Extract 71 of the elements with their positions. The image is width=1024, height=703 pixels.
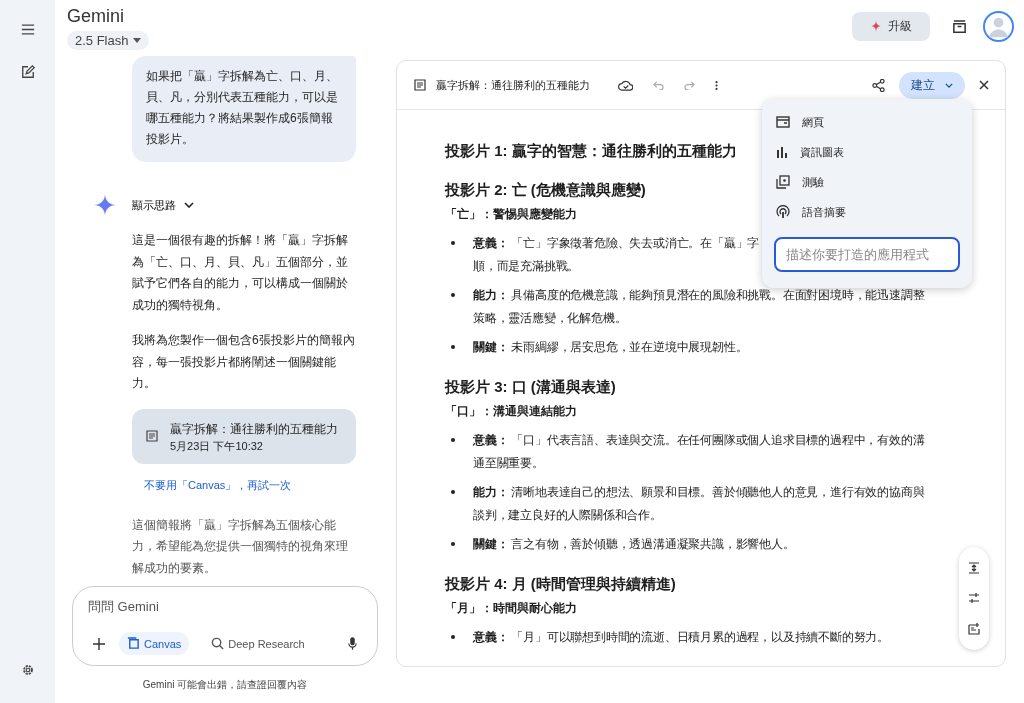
menu-item[interactable]: 資訊圖表 [774, 137, 960, 167]
app-title: Gemini [67, 6, 125, 27]
bullet-icon [451, 345, 455, 349]
search-icon [211, 637, 225, 650]
retry-link[interactable]: 不要用「Canvas」，再試一次 [144, 477, 378, 493]
microphone-icon[interactable] [348, 637, 357, 650]
slide-subheading: 「亡」：警惕與應變能力 [445, 206, 577, 223]
bullet-text: 能力： 具備高度的危機意識，能夠預見潛在的風險和挑戰。在面對困境時，能迅速調整策略，靈活應變，化解危機。 [473, 287, 926, 326]
bullet-text: 關鍵： 未雨綢繆，居安思危，並在逆境中展現韌性。 [473, 339, 748, 355]
sliders-icon[interactable] [968, 592, 980, 605]
slide-heading: 投影片 1: 贏字的智慧：通往勝利的五種能力 [445, 142, 737, 161]
slide-heading: 投影片 4: 月 (時間管理與持續精進) [445, 575, 676, 594]
bullet-icon [451, 490, 455, 494]
response-paragraph: 我將為您製作一個包含6張投影片的簡報內容，每一張投影片都將闡述一個關鍵能力。 [132, 332, 356, 392]
bullet-text: 關鍵： 言之有物，善於傾聽，透過溝通凝聚共識，影響他人。 [473, 536, 795, 552]
document-date: 5月23日 下午10:32 [170, 438, 264, 454]
sparkle-icon [870, 20, 882, 32]
more-icon[interactable] [715, 79, 718, 91]
canvas-icon [127, 637, 140, 650]
sparkle-icon [94, 194, 116, 216]
chevron-icon [945, 82, 953, 88]
bullet-text: 順，而是充滿挑戰。 [473, 258, 581, 274]
bullet-text: 意義： 「口」代表言語、表達與交流。在任何團隊或個人追求目標的過程中，有效的溝通至關重要。 [473, 432, 926, 471]
slide-heading: 投影片 2: 亡 (危機意識與應變) [445, 181, 646, 200]
slide-subheading: 「月」：時間與耐心能力 [445, 600, 577, 617]
document-card[interactable]: 贏字拆解：通往勝利的五種能力 5月23日 下午10:32 [132, 408, 356, 464]
slide-heading: 投影片 3: 口 (溝通與表達) [445, 378, 616, 397]
menu-item[interactable]: 測驗 [774, 167, 960, 197]
chevron-icon [184, 202, 194, 208]
tool-chip[interactable]: Canvas [119, 632, 190, 655]
settings-icon[interactable] [20, 663, 35, 677]
slide-subheading: 「口」：溝通與連結能力 [445, 403, 577, 420]
bullet-icon [451, 293, 455, 297]
document-icon [146, 430, 158, 442]
add-note-icon[interactable] [968, 622, 980, 635]
show-thinking-toggle[interactable]: 顯示思路 [132, 197, 194, 213]
document-icon [414, 79, 426, 91]
quiz-icon [776, 175, 790, 189]
bullet-icon [451, 542, 455, 546]
app-description-field[interactable]: 描述你要打造的應用程式 [774, 237, 960, 272]
response-paragraph: 這個簡報將「贏」字拆解為五個核心能力，希望能為您提供一個獨特的視角來理解成功的要素。 [132, 516, 349, 577]
model-selector[interactable]: 2.5 Flash [67, 31, 150, 50]
upgrade-button[interactable]: 升級 [852, 11, 930, 41]
bullet-icon [451, 241, 455, 245]
bullet-text: 意義： 「月」可以聯想到時間的流逝、日積月累的過程，以及持續不斷的努力。 [473, 629, 890, 645]
cloud-icon[interactable] [618, 79, 633, 91]
new-chat-icon[interactable] [20, 65, 35, 79]
podcast-icon [776, 205, 790, 219]
length-icon[interactable] [968, 562, 980, 575]
bullet-icon [451, 438, 455, 442]
bar-chart-icon [776, 146, 788, 158]
create-button[interactable]: 建立 [899, 71, 965, 99]
canvas-title: 贏字拆解：通往勝利的五種能力 [436, 77, 590, 93]
add-icon[interactable] [93, 637, 105, 650]
avatar[interactable] [983, 10, 1014, 42]
disclaimer: Gemini 可能會出錯，請查證回覆內容 [141, 678, 309, 692]
menu-item[interactable]: 語音摘要 [774, 197, 960, 227]
response-paragraph: 這是一個很有趣的拆解！將「贏」字拆解為「亡、口、月、貝、凡」五個部分，並賦予它們各自的能力，可以構成一個關於成功的獨特視角。 [132, 232, 349, 314]
caret-icon [133, 38, 142, 43]
inbox-icon[interactable] [952, 18, 967, 34]
bullet-text: 意義： 「亡」字象徵著危險、失去或消亡。在「贏」字 [473, 235, 760, 251]
close-icon[interactable] [979, 80, 989, 90]
bullet-text: 能力： 清晰地表達自己的想法、願景和目標。善於傾聽他人的意見，進行有效的協商與談判，建立良好的人際關係和合作。 [473, 484, 926, 523]
menu-icon[interactable] [20, 24, 35, 35]
document-title: 贏字拆解：通往勝利的五種能力 [170, 420, 338, 438]
bullet-icon [451, 635, 455, 639]
tool-chip[interactable]: Deep Research [203, 632, 313, 655]
menu-item[interactable]: 網頁 [774, 107, 960, 137]
user-message: 如果把「贏」字拆解為亡、口、月、貝、凡，分別代表五種能力，可以是哪五種能力？將結果製作成6張簡報投影片。 [132, 56, 356, 162]
webpage-icon [776, 116, 790, 128]
share-icon[interactable] [872, 78, 885, 92]
